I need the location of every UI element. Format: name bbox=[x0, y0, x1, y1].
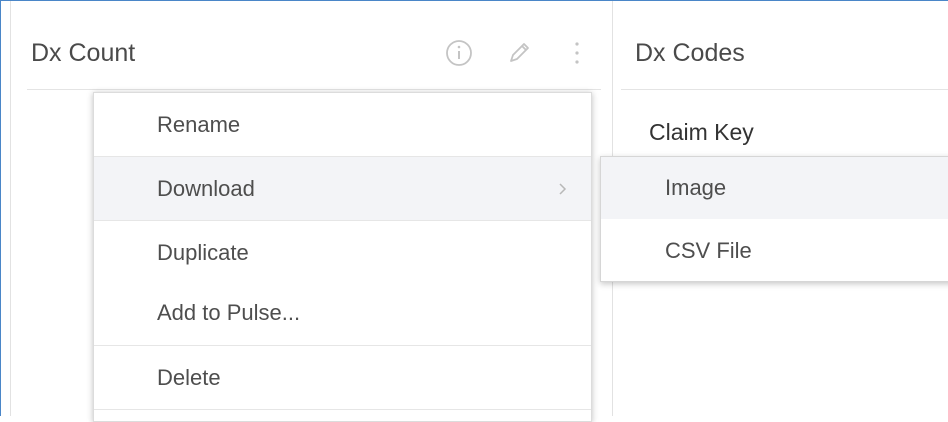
widget-header-actions bbox=[443, 37, 593, 69]
more-vertical-icon[interactable] bbox=[561, 37, 593, 69]
chevron-right-icon bbox=[557, 157, 569, 221]
widget-context-menu: Rename Download Duplicate Add to Pulse..… bbox=[93, 92, 592, 422]
submenu-item-label: CSV File bbox=[665, 238, 752, 263]
column-header-claim-key[interactable]: Claim Key bbox=[649, 119, 754, 146]
widget-header-divider bbox=[27, 89, 601, 90]
widget-title: Dx Count bbox=[31, 39, 136, 67]
submenu-item-image[interactable]: Image bbox=[601, 157, 948, 219]
menu-item-label: Delete bbox=[157, 365, 221, 390]
widget-header-divider bbox=[621, 89, 948, 90]
menu-item-add-to-pulse[interactable]: Add to Pulse... bbox=[94, 281, 591, 345]
menu-item-label: Download bbox=[157, 176, 255, 201]
pencil-icon[interactable] bbox=[503, 37, 535, 69]
menu-item-rename[interactable]: Rename bbox=[94, 93, 591, 157]
submenu-item-csv-file[interactable]: CSV File bbox=[601, 220, 948, 282]
menu-item-download[interactable]: Download bbox=[94, 157, 591, 221]
menu-item-delete[interactable]: Delete bbox=[94, 346, 591, 410]
menu-item-duplicate[interactable]: Duplicate bbox=[94, 221, 591, 285]
menu-item-label: Add to Pulse... bbox=[157, 300, 301, 325]
info-icon[interactable] bbox=[443, 37, 475, 69]
submenu-item-label: Image bbox=[665, 175, 727, 200]
widget-title: Dx Codes bbox=[635, 39, 745, 67]
menu-item-label: Rename bbox=[157, 112, 241, 137]
download-submenu: Image CSV File bbox=[600, 156, 948, 282]
menu-divider bbox=[94, 409, 591, 410]
menu-item-label: Duplicate bbox=[157, 240, 249, 265]
